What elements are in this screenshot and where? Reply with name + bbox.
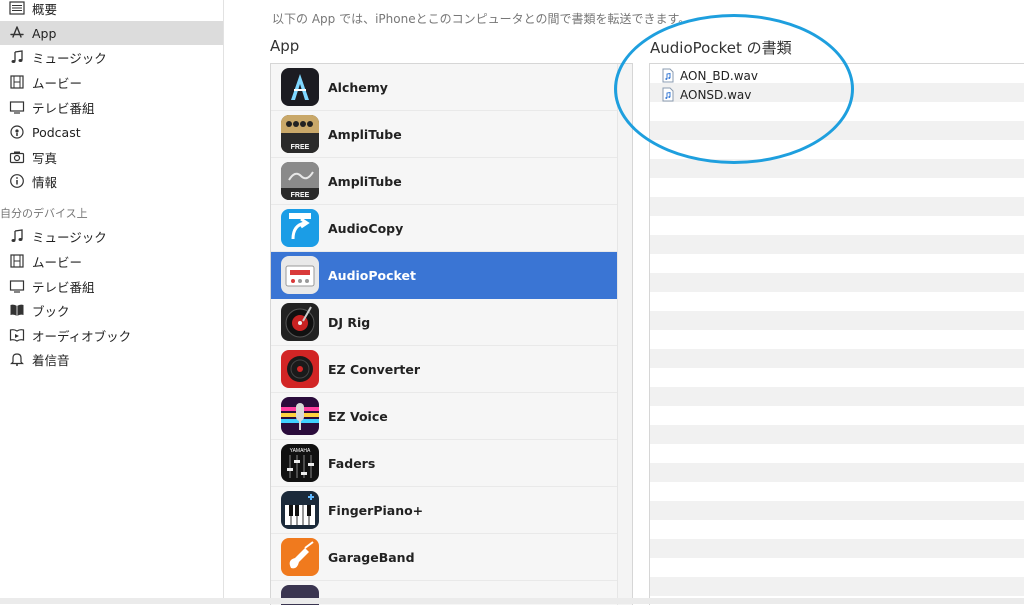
alchemy-app-icon — [281, 68, 319, 106]
sidebar-item-device-ringtones[interactable]: 着信音 — [0, 347, 223, 371]
app-row-ezvoice[interactable]: EZ Voice — [271, 393, 617, 440]
audio-file-icon — [662, 68, 674, 83]
app-name: AudioCopy — [328, 220, 404, 236]
sidebar-item-label: 情報 — [32, 174, 58, 190]
film-icon — [8, 253, 26, 269]
sidebar-item-label: ムービー — [32, 254, 83, 270]
faders-yamaha-text: YAMAHA — [290, 448, 311, 454]
app-name: AmpliTube — [328, 126, 402, 142]
document-list[interactable]: AON_BD.wav AONSD.wav — [649, 63, 1024, 605]
app-name: GarageBand — [328, 549, 415, 565]
app-row-ezconverter[interactable]: EZ Converter — [271, 346, 617, 393]
audiopocket-app-icon — [281, 256, 319, 294]
app-name: Alchemy — [328, 79, 388, 95]
book-icon — [8, 302, 26, 318]
app-list-scrollbar[interactable] — [617, 64, 632, 605]
ezconverter-app-icon — [281, 350, 319, 388]
app-row-fingerpiano[interactable]: FingerPiano+ — [271, 487, 617, 534]
app-row-djrig[interactable]: DJ Rig — [271, 299, 617, 346]
sidebar-item-device-books[interactable]: ブック — [0, 298, 223, 322]
sidebar-item-app[interactable]: App — [0, 21, 223, 45]
app-list[interactable]: Alchemy FREE AmpliTube FREE AmpliTube Au… — [270, 63, 633, 605]
sidebar-item-tv[interactable]: テレビ番組 — [0, 95, 223, 119]
djrig-app-icon — [281, 303, 319, 341]
app-name: EZ Voice — [328, 408, 388, 424]
app-name: Faders — [328, 455, 376, 471]
sidebar-item-label: 写真 — [32, 150, 58, 166]
sidebar: 概要 App ミュージック ムービー テレビ番組 Podcast 写真 情報 自… — [0, 0, 224, 598]
sidebar-item-label: ムービー — [32, 75, 83, 91]
app-row-amplitube-fender[interactable]: FREE AmpliTube — [271, 158, 617, 205]
app-name: DJ Rig — [328, 314, 371, 330]
file-sharing-description: 以下の App では、iPhoneとこのコンピュータとの間で書類を転送できます。 — [272, 12, 691, 26]
music-note-icon — [8, 49, 26, 65]
sidebar-item-label: ブック — [32, 303, 70, 319]
apps-header: App — [270, 37, 300, 55]
sidebar-item-label: 概要 — [32, 1, 58, 17]
sidebar-item-device-movies[interactable]: ムービー — [0, 249, 223, 273]
bottom-bar — [0, 598, 1024, 604]
info-icon — [8, 173, 26, 189]
list-icon — [8, 0, 26, 16]
document-row[interactable]: AON_BD.wav — [650, 66, 1024, 85]
podcast-icon — [8, 124, 26, 140]
sidebar-item-podcast[interactable]: Podcast — [0, 120, 223, 144]
garageband-app-icon — [281, 538, 319, 576]
app-name: AmpliTube — [328, 173, 402, 189]
amplitube-fender-app-icon: FREE — [281, 162, 319, 200]
app-name: AudioPocket — [328, 267, 416, 283]
amplitube-app-icon: FREE — [281, 115, 319, 153]
tv-icon — [8, 99, 26, 115]
sidebar-item-label: テレビ番組 — [32, 100, 95, 116]
document-row[interactable]: AONSD.wav — [650, 85, 1024, 104]
app-name: EZ Converter — [328, 361, 421, 377]
fingerpiano-app-icon — [281, 491, 319, 529]
document-name: AONSD.wav — [680, 87, 752, 102]
sidebar-item-info[interactable]: 情報 — [0, 169, 223, 193]
film-icon — [8, 74, 26, 90]
sidebar-item-label: 着信音 — [32, 352, 70, 368]
sidebar-item-device-music[interactable]: ミュージック — [0, 224, 223, 248]
app-row-alchemy[interactable]: Alchemy — [271, 64, 617, 111]
app-row-audiocopy[interactable]: AudioCopy — [271, 205, 617, 252]
sidebar-item-photos[interactable]: 写真 — [0, 145, 223, 169]
app-store-icon — [8, 25, 26, 41]
sidebar-item-label: ミュージック — [32, 50, 107, 66]
app-row-audiopocket[interactable]: AudioPocket — [271, 252, 617, 299]
sidebar-item-music[interactable]: ミュージック — [0, 45, 223, 69]
app-row-amplitube[interactable]: FREE AmpliTube — [271, 111, 617, 158]
sidebar-item-device-audiobooks[interactable]: オーディオブック — [0, 323, 223, 347]
sidebar-item-label: テレビ番組 — [32, 279, 95, 295]
camera-icon — [8, 149, 26, 165]
sidebar-item-label: Podcast — [32, 124, 81, 140]
sidebar-item-label: App — [32, 25, 57, 41]
file-sharing-panel: 以下の App では、iPhoneとこのコンピュータとの間で書類を転送できます。… — [224, 0, 1024, 605]
sidebar-item-device-tv[interactable]: テレビ番組 — [0, 274, 223, 298]
audiobook-icon — [8, 327, 26, 343]
ezvoice-app-icon — [281, 397, 319, 435]
documents-header: AudioPocket の書類 — [650, 39, 792, 57]
app-row-garageband[interactable]: GarageBand — [271, 534, 617, 581]
tv-icon — [8, 278, 26, 294]
sidebar-item-summary[interactable]: 概要 — [0, 0, 223, 20]
bell-icon — [8, 351, 26, 367]
sidebar-item-label: オーディオブック — [32, 328, 132, 344]
sidebar-item-movies[interactable]: ムービー — [0, 70, 223, 94]
document-name: AON_BD.wav — [680, 68, 758, 83]
amplitube-fender-free-text: FREE — [291, 192, 310, 199]
app-name: FingerPiano+ — [328, 502, 424, 518]
app-row-faders[interactable]: YAMAHA Faders — [271, 440, 617, 487]
amplitube-free-text: FREE — [291, 144, 310, 151]
music-note-icon — [8, 228, 26, 244]
audiocopy-app-icon — [281, 209, 319, 247]
faders-app-icon: YAMAHA — [281, 444, 319, 482]
sidebar-item-label: ミュージック — [32, 229, 107, 245]
audio-file-icon — [662, 87, 674, 102]
sidebar-section-title: 自分のデバイス上 — [0, 207, 88, 220]
